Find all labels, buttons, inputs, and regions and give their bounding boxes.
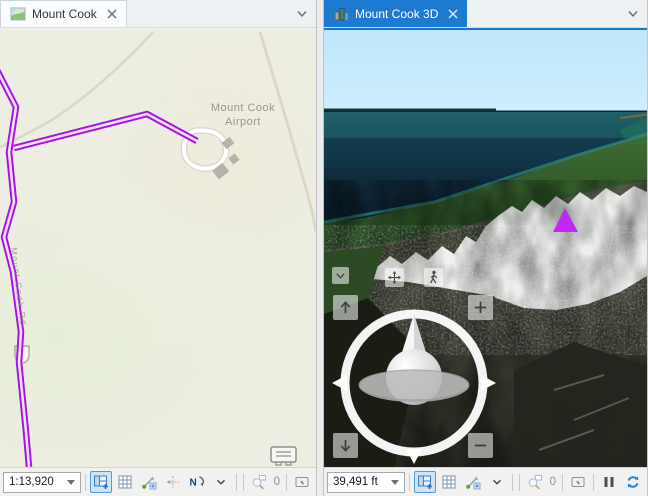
refresh-icon [625, 474, 641, 490]
north-arrow-icon: N [189, 474, 205, 490]
separator [409, 474, 410, 491]
pane-divider[interactable] [316, 0, 324, 496]
tab-list-chevron-icon[interactable] [627, 10, 639, 18]
airport-label: Mount Cook Airport [211, 102, 275, 128]
select-box-icon [294, 474, 310, 490]
grid-button[interactable] [438, 471, 460, 493]
north-letter: N [189, 478, 196, 489]
separator [593, 474, 594, 491]
pan-mode-button[interactable] [385, 268, 404, 287]
zoom-to-selection-icon [527, 474, 543, 490]
grid-icon [441, 474, 457, 490]
snap-crosshair-icon [165, 474, 181, 490]
pane-layout-icon [417, 474, 433, 490]
map-overlay-drawer-icon[interactable] [271, 447, 296, 465]
tab-mount-cook-3d[interactable]: Mount Cook 3D [324, 0, 467, 27]
map-pane-3d: Mount Cook 3D [324, 0, 648, 496]
map-canvas-3d[interactable] [324, 30, 647, 467]
map-scale-combobox[interactable]: 1:13,920 [3, 472, 81, 493]
zoom-to-selection-icon [251, 474, 267, 490]
north-arrow-button[interactable]: N [186, 471, 208, 493]
close-icon[interactable] [107, 9, 117, 19]
elevation-value: 39,491 ft [333, 476, 378, 488]
separator [243, 474, 244, 491]
tab-list-chevron-icon[interactable] [296, 10, 308, 18]
select-box-button[interactable] [291, 471, 313, 493]
refresh-button[interactable] [622, 471, 644, 493]
close-icon[interactable] [448, 9, 458, 19]
grid-button[interactable] [114, 471, 136, 493]
map-canvas-2d[interactable]: Mount Cook Airport Mount Cook Rd [0, 30, 316, 467]
right-tab-bar: Mount Cook 3D [324, 0, 647, 28]
chevron-down-icon[interactable] [391, 480, 399, 485]
chevron-down-icon[interactable] [67, 480, 75, 485]
map-pane-2d: Mount Cook [0, 0, 316, 496]
walk-mode-button[interactable] [424, 268, 443, 287]
select-box-button[interactable] [567, 471, 589, 493]
airport-label-line2: Airport [225, 116, 261, 128]
zoom-to-selection-button[interactable] [248, 471, 270, 493]
scene-3d-icon [333, 6, 349, 22]
sky [324, 30, 647, 112]
pane-layout-button[interactable] [414, 471, 436, 493]
separator [286, 474, 287, 491]
separator [512, 474, 513, 491]
pane-layout-icon [93, 474, 109, 490]
grid-icon [117, 474, 133, 490]
left-tab-bar: Mount Cook [0, 0, 316, 28]
snap-crosshair-button[interactable] [162, 471, 184, 493]
pause-drawing-button[interactable] [598, 471, 620, 493]
selection-count: 0 [272, 476, 282, 488]
navigator-globe-ring[interactable] [359, 370, 469, 400]
elevation-combobox[interactable]: 39,491 ft [327, 472, 405, 493]
measure-button[interactable] [138, 471, 160, 493]
tab-label: Mount Cook [32, 7, 97, 21]
airport-label-line1: Mount Cook [211, 102, 275, 114]
tab-mount-cook[interactable]: Mount Cook [0, 0, 127, 27]
separator [85, 474, 86, 491]
select-box-icon [570, 474, 586, 490]
pan-icon [387, 270, 402, 285]
chevron-down-icon [490, 475, 504, 489]
chevron-down-icon [214, 475, 228, 489]
separator [562, 474, 563, 491]
map-scale-value: 1:13,920 [9, 476, 54, 488]
measure-icon [465, 474, 481, 490]
collapse-navigator-button[interactable] [332, 267, 349, 284]
measure-button[interactable] [462, 471, 484, 493]
pause-icon [601, 474, 617, 490]
more-tools-button[interactable] [486, 471, 508, 493]
map-2d-graphics: Mount Cook Airport Mount Cook Rd [0, 30, 316, 467]
selection-count: 0 [548, 476, 558, 488]
minor-roads [0, 32, 316, 232]
more-tools-button[interactable] [210, 471, 232, 493]
map-2d-icon [10, 6, 26, 22]
separator [519, 474, 520, 491]
separator [236, 474, 237, 491]
walk-icon [427, 270, 440, 285]
measure-icon [141, 474, 157, 490]
arcgis-dual-view: Mount Cook [0, 0, 648, 496]
tab-label: Mount Cook 3D [355, 7, 438, 21]
right-status-bar: 39,491 ft [324, 467, 647, 496]
chevron-down-icon [335, 272, 346, 280]
left-status-bar: 1:13,920 [0, 467, 316, 496]
pane-layout-button[interactable] [90, 471, 112, 493]
selected-road [0, 70, 197, 467]
zoom-to-selection-button[interactable] [524, 471, 546, 493]
compass-navigator[interactable] [332, 288, 498, 466]
